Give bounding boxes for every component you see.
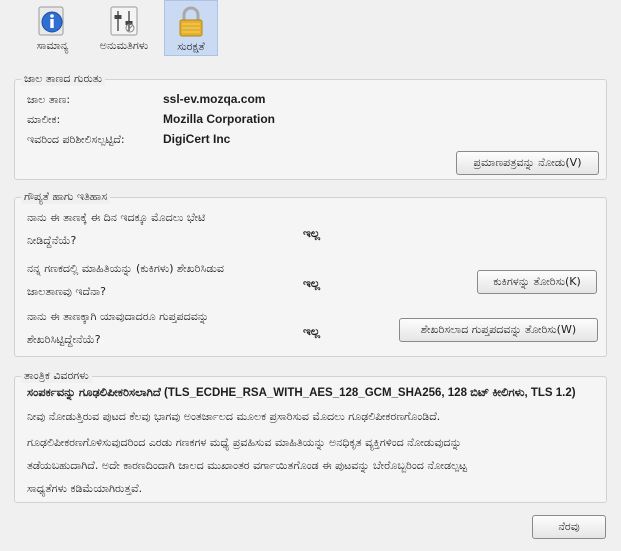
tab-security[interactable]: ಸುರಕ್ಷತೆ: [164, 0, 218, 56]
site-label: ಜಾಲ ತಾಣ:: [27, 93, 71, 106]
owner-label: ಮಾಲೀಕ:: [27, 113, 61, 126]
passwords-question-line1: ನಾನು ಈ ತಾಣಕ್ಕಾಗಿ ಯಾವುದಾದರೂ ಗುಪ್ತಪದವನ್ನು: [27, 310, 209, 323]
cookies-answer: ಇಲ್ಲ: [303, 276, 321, 290]
view-certificate-button[interactable]: ಪ್ರಮಾಣಪತ್ರವನ್ನು ನೋಡು(V): [456, 151, 599, 175]
technical-details-legend: ತಾಂತ್ರಿಕ ವಿವರಗಳು: [21, 369, 92, 383]
technical-details-group: ತಾಂತ್ರಿಕ ವಿವರಗಳು ಸಂಪರ್ಕವನ್ನು ಗೂಢಲಿಪೀಕರಿಸ…: [14, 369, 607, 503]
visited-question-line1: ನಾನು ಈ ತಾಣಕ್ಕೆ ಈ ದಿನ ಇದಕ್ಕೂ ಮೊದಲು ಭೇಟಿ: [27, 211, 206, 224]
passwords-question-line2: ಶೇಖರಿಸಿಟ್ಟಿದ್ದೇನೆಯೆ?: [27, 333, 101, 346]
site-value: ssl-ev.mozqa.com: [163, 92, 266, 106]
encryption-explanation: ನೀವು ನೋಡುತ್ತಿರುವ ಪುಟದ ಕೆಲವು ಭಾಗವು ಅಂತರ್ಜ…: [27, 410, 441, 423]
tab-general[interactable]: ಸಾಮಾನ್ಯ: [25, 0, 80, 56]
privacy-history-group: ಗೌಪ್ಯತೆ ಹಾಗು ಇತಿಹಾಸ ನಾನು ಈ ತಾಣಕ್ಕೆ ಈ ದಿನ…: [14, 190, 607, 357]
toolbar: ಸಾಮಾನ್ಯ ಅನುಮತಿಗಳು ಸುರಕ್ಷತೆ: [0, 0, 621, 58]
encryption-info-line3: ಸಾಧ್ಯತೆಗಳು ಕಡಿಮೆಯಾಗಿರುತ್ತವೆ.: [27, 482, 143, 495]
verifier-value: DigiCert Inc: [163, 132, 231, 146]
privacy-history-legend: ಗೌಪ್ಯತೆ ಹಾಗು ಇತಿಹಾಸ: [21, 190, 111, 204]
encryption-summary: ಸಂಪರ್ಕವನ್ನು ಗೂಢಲಿಪೀಕರಿಸಲಾಗಿದೆ (TLS_ECDHE…: [27, 387, 576, 399]
tab-permissions[interactable]: ಅನುಮತಿಗಳು: [88, 0, 160, 56]
permissions-icon: [110, 6, 138, 36]
visited-answer: ಇಲ್ಲ: [303, 226, 321, 240]
encryption-info-line2: ತಡೆಯಬಹುದಾಗಿದೆ. ಅದೇ ಕಾರಣದಿಂದಾಗಿ ಜಾಲದ ಮುಖಾ…: [27, 459, 468, 472]
tab-security-label: ಸುರಕ್ಷತೆ: [177, 40, 205, 53]
owner-value: Mozilla Corporation: [163, 112, 275, 126]
show-saved-passwords-button[interactable]: ಶೇಖರಿಸಲಾದ ಗುಪ್ತಪದವನ್ನು ತೋರಿಸು(W): [399, 318, 598, 342]
verifier-label: ಇವರಿಂದ ಪರಿಶೀಲಿಸಲ್ಪಟ್ಟಿದೆ:: [27, 133, 125, 146]
visited-question-line2: ನೀಡಿದ್ದೆನೆಯೆ?: [27, 234, 77, 247]
tab-permissions-label: ಅನುಮತಿಗಳು: [99, 39, 149, 52]
cookies-question-line1: ನನ್ನ ಗಣಕದಲ್ಲಿ ಮಾಹಿತಿಯನ್ನು (ಕುಕಿಗಳು) ಶೇಖರ…: [27, 262, 224, 275]
info-icon: [38, 6, 64, 36]
help-button[interactable]: ನೆರವು: [532, 515, 606, 539]
show-cookies-button[interactable]: ಕುಕಿಗಳನ್ನು ತೋರಿಸು(K): [477, 270, 597, 294]
cookies-question-line2: ಜಾಲತಾಣವು ಇದೆನಾ?: [27, 285, 106, 298]
passwords-answer: ಇಲ್ಲ: [303, 324, 321, 338]
website-identity-group: ಜಾಲ ತಾಣದ ಗುರುತು ಜಾಲ ತಾಣ: ssl-ev.mozqa.co…: [14, 72, 607, 180]
website-identity-legend: ಜಾಲ ತಾಣದ ಗುರುತು: [21, 72, 106, 86]
tab-general-label: ಸಾಮಾನ್ಯ: [36, 39, 69, 52]
encryption-info-line1: ಗೂಢಲಿಪೀಕರಣಗೊಳಿಸುವುದರಿಂದ ಎರಡು ಗಣಕಗಳ ಮಧ್ಯೆ…: [27, 436, 462, 449]
lock-icon: [179, 6, 203, 37]
